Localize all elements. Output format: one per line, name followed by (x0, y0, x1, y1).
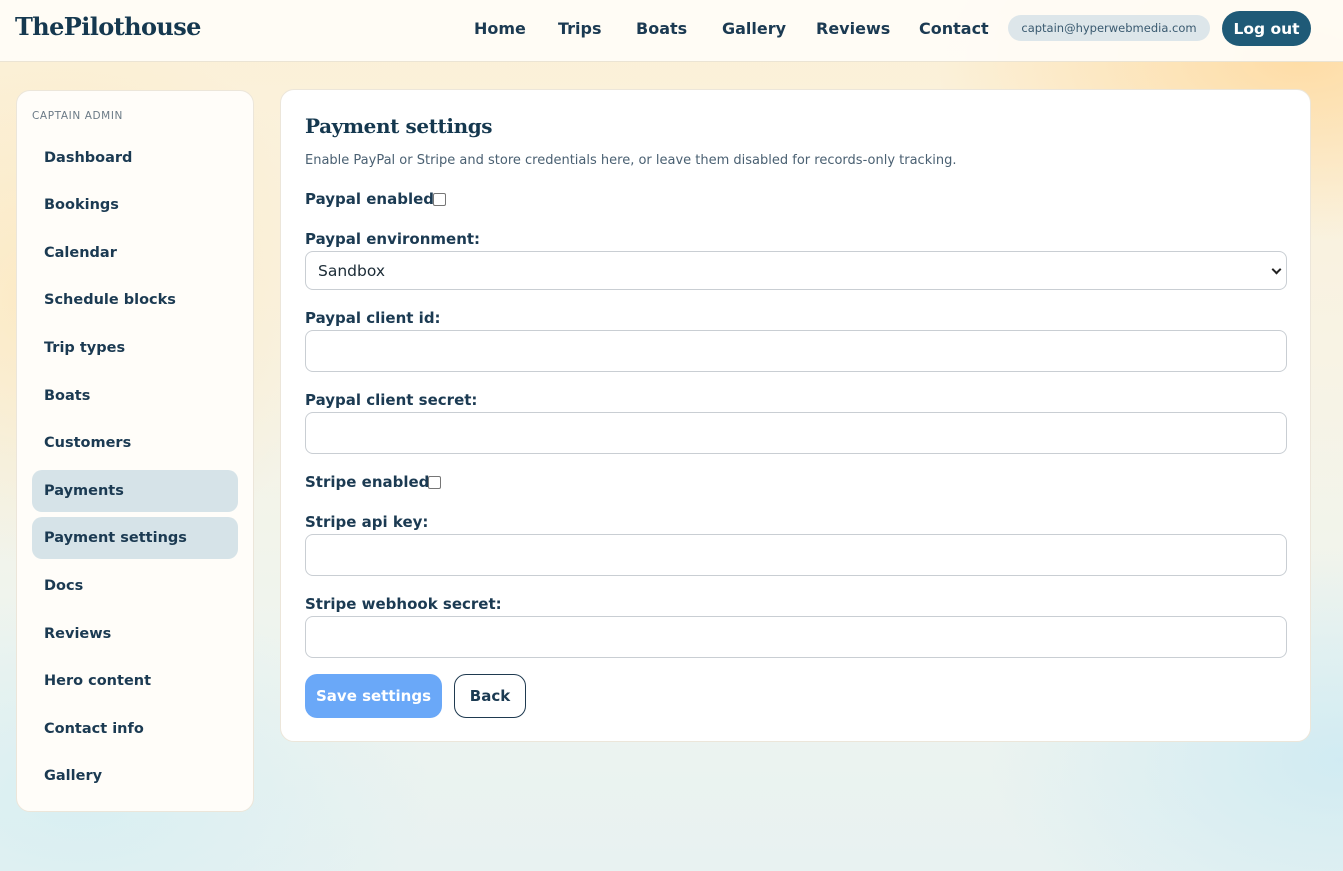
page-title: Payment settings (305, 114, 493, 138)
sidebar-item-payments[interactable]: Payments (32, 470, 238, 512)
stripe-api-key-input[interactable] (305, 534, 1287, 576)
nav-reviews[interactable]: Reviews (816, 19, 890, 38)
sidebar-item-contact-info[interactable]: Contact info (32, 708, 238, 750)
sidebar-item-trip-types[interactable]: Trip types (32, 327, 238, 369)
admin-sidebar: Captain admin Dashboard Bookings Calenda… (16, 90, 254, 812)
back-button[interactable]: Back (454, 674, 526, 718)
paypal-client-id-label: Paypal client id: (305, 309, 441, 327)
paypal-enabled-checkbox[interactable] (433, 193, 446, 206)
sidebar-item-hero-content[interactable]: Hero content (32, 660, 238, 702)
stripe-api-key-label: Stripe api key: (305, 513, 429, 531)
page-description: Enable PayPal or Stripe and store creden… (305, 153, 957, 168)
nav-boats[interactable]: Boats (636, 19, 687, 38)
paypal-environment-label: Paypal environment: (305, 230, 481, 248)
nav-contact[interactable]: Contact (919, 19, 989, 38)
sidebar-item-bookings[interactable]: Bookings (32, 184, 238, 226)
paypal-enabled-label: Paypal enabled: (305, 190, 441, 208)
nav-trips[interactable]: Trips (558, 19, 602, 38)
top-navbar: ThePilothouse Home Trips Boats Gallery R… (0, 0, 1343, 62)
stripe-enabled-label: Stripe enabled: (305, 473, 436, 491)
sidebar-item-docs[interactable]: Docs (32, 565, 238, 607)
chevron-down-icon (1271, 264, 1282, 275)
sidebar-item-schedule-blocks[interactable]: Schedule blocks (32, 279, 238, 321)
nav-gallery[interactable]: Gallery (722, 19, 786, 38)
stripe-enabled-checkbox[interactable] (428, 476, 441, 489)
stripe-webhook-secret-label: Stripe webhook secret: (305, 595, 502, 613)
nav-home[interactable]: Home (474, 19, 526, 38)
sidebar-item-dashboard[interactable]: Dashboard (32, 137, 238, 179)
paypal-client-id-input[interactable] (305, 330, 1287, 372)
user-email-badge: captain@hyperwebmedia.com (1008, 15, 1210, 41)
paypal-environment-value: Sandbox (318, 261, 386, 280)
brand-logo[interactable]: ThePilothouse (15, 12, 201, 41)
payment-settings-panel: Payment settings Enable PayPal or Stripe… (280, 89, 1311, 742)
sidebar-item-customers[interactable]: Customers (32, 422, 238, 464)
paypal-client-secret-label: Paypal client secret: (305, 391, 478, 409)
sidebar-item-boats[interactable]: Boats (32, 375, 238, 417)
sidebar-heading: Captain admin (32, 110, 123, 122)
sidebar-item-reviews[interactable]: Reviews (32, 613, 238, 655)
paypal-environment-select[interactable]: Sandbox (305, 251, 1287, 290)
logout-button[interactable]: Log out (1222, 11, 1311, 46)
sidebar-item-payment-settings[interactable]: Payment settings (32, 517, 238, 559)
sidebar-item-gallery[interactable]: Gallery (32, 755, 238, 797)
save-settings-button[interactable]: Save settings (305, 674, 442, 718)
stripe-webhook-secret-input[interactable] (305, 616, 1287, 658)
sidebar-item-calendar[interactable]: Calendar (32, 232, 238, 274)
paypal-client-secret-input[interactable] (305, 412, 1287, 454)
